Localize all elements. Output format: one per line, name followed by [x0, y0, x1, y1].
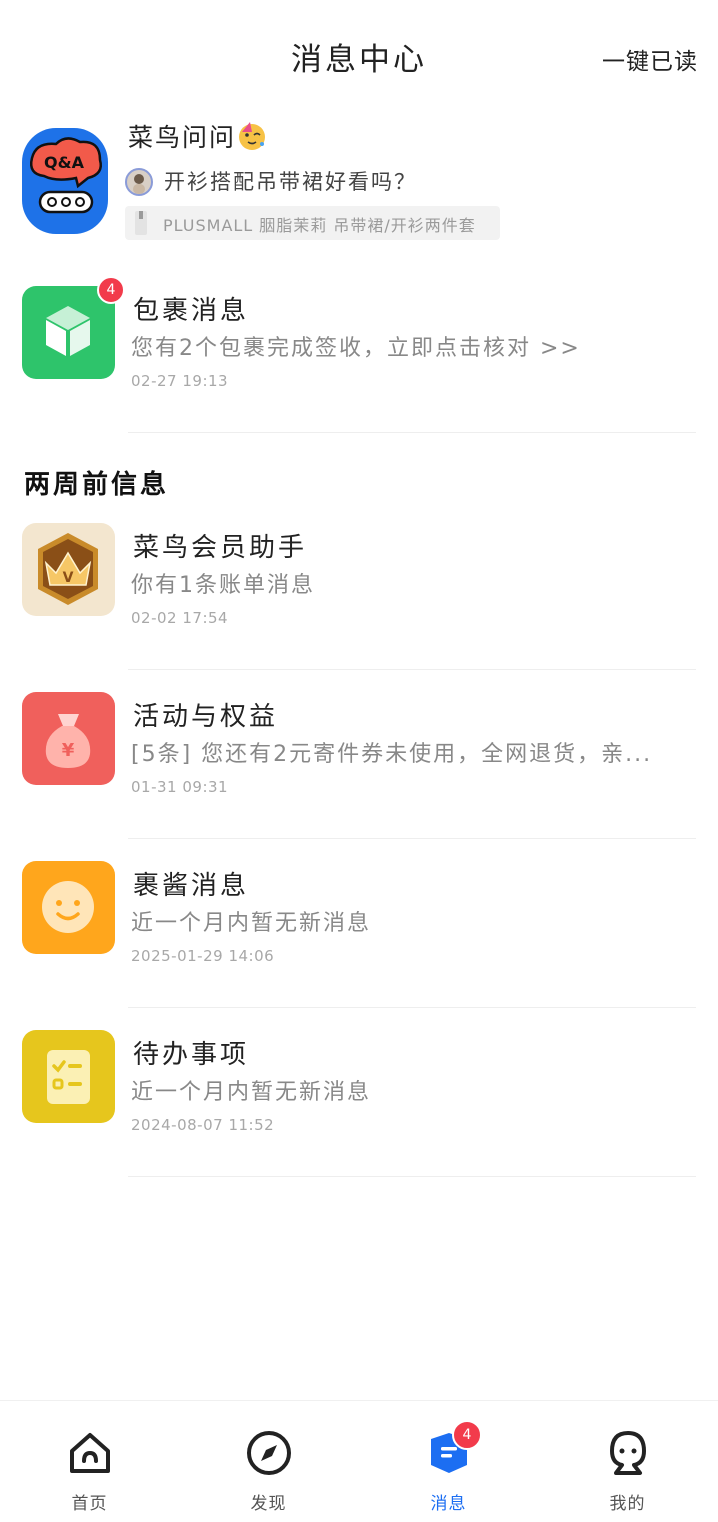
message-title: 菜鸟会员助手	[133, 533, 308, 563]
smiley-icon	[42, 881, 94, 933]
message-title: 待办事项	[133, 1040, 250, 1070]
bottom-tab-bar: 首页 发现 消息 我的	[0, 1400, 718, 1522]
package-message-icon: 4	[22, 276, 125, 379]
divider	[128, 1007, 696, 1008]
message-item-activities[interactable]: ¥ 活动与权益 [5条] 您还有2元寄件券未使用，全网退货，亲... 01-31…	[0, 692, 718, 842]
message-desc: 您有2个包裹完成签收，立即点击核对 >>	[131, 336, 581, 361]
user-avatar	[125, 168, 153, 196]
qa-title: 菜鸟问问	[128, 123, 237, 152]
product-thumbnail	[135, 211, 147, 235]
product-chip[interactable]: PLUSMALL 胭脂茉莉 吊带裙/开衫两件套	[125, 206, 500, 240]
message-desc: 你有1条账单消息	[131, 573, 315, 598]
mark-all-read-button[interactable]: 一键已读	[602, 42, 698, 76]
message-desc: [5条] 您还有2元寄件券未使用，全网退货，亲...	[131, 742, 653, 767]
tab-label: 消息	[430, 1494, 467, 1514]
message-time: 2025-01-29 14:06	[131, 947, 275, 965]
profile-icon	[604, 1429, 652, 1477]
divider	[128, 1176, 696, 1177]
home-icon	[66, 1429, 114, 1477]
product-chip-text: PLUSMALL 胭脂茉莉 吊带裙/开衫两件套	[163, 216, 476, 235]
qa-subtitle: 开衫搭配吊带裙好看吗？	[164, 170, 417, 194]
unread-badge: 4	[97, 276, 125, 304]
message-item-todo[interactable]: 待办事项 近一个月内暂无新消息 2024-08-07 11:52	[0, 1030, 718, 1180]
message-title: 活动与权益	[133, 702, 279, 732]
message-title: 裹酱消息	[133, 871, 250, 901]
message-title: 包裹消息	[133, 296, 250, 326]
message-item-package[interactable]: 4 包裹消息 您有2个包裹完成签收，立即点击核对 >> 02-27 19:13	[0, 276, 718, 436]
tab-messages[interactable]: 消息	[359, 1401, 538, 1522]
divider	[128, 669, 696, 670]
compass-icon	[245, 1429, 293, 1477]
member-message-icon: V	[22, 523, 115, 616]
tab-label: 我的	[609, 1494, 646, 1514]
crown-icon: V	[38, 533, 98, 605]
message-desc: 近一个月内暂无新消息	[131, 911, 372, 936]
tab-discover[interactable]: 发现	[179, 1401, 358, 1522]
tab-profile[interactable]: 我的	[538, 1401, 717, 1522]
checklist-icon	[47, 1050, 90, 1104]
message-time: 2024-08-07 11:52	[131, 1116, 275, 1134]
message-item-member[interactable]: V 菜鸟会员助手 你有1条账单消息 02-02 17:54	[0, 523, 718, 673]
message-time: 02-02 17:54	[131, 609, 229, 627]
tab-home[interactable]: 首页	[0, 1401, 179, 1522]
header: 消息中心 一键已读	[0, 0, 718, 110]
svg-text:¥: ¥	[62, 740, 75, 761]
message-time: 01-31 09:31	[131, 778, 229, 796]
svg-text:Q&A: Q&A	[44, 153, 85, 172]
mascot-message-icon	[22, 861, 115, 954]
message-item-mascot[interactable]: 裹酱消息 近一个月内暂无新消息 2025-01-29 14:06	[0, 861, 718, 1011]
tab-label: 首页	[71, 1494, 108, 1514]
message-desc: 近一个月内暂无新消息	[131, 1080, 372, 1105]
todo-message-icon	[22, 1030, 115, 1123]
qa-avatar: Q&A	[22, 128, 108, 234]
section-title: 两周前信息	[24, 470, 170, 500]
message-time: 02-27 19:13	[131, 372, 229, 390]
divider	[128, 838, 696, 839]
party-face-icon	[236, 120, 268, 152]
messages-tab-badge: 4	[452, 1420, 482, 1450]
tab-label: 发现	[250, 1494, 287, 1514]
svg-text:V: V	[63, 570, 74, 586]
qa-message-item[interactable]: Q&A 菜鸟问问 开衫搭配吊带裙好看吗？ PLUSMALL 胭脂茉莉 吊带裙/开…	[0, 118, 718, 250]
activities-message-icon: ¥	[22, 692, 115, 785]
money-bag-icon: ¥	[45, 714, 91, 768]
divider	[128, 432, 696, 433]
